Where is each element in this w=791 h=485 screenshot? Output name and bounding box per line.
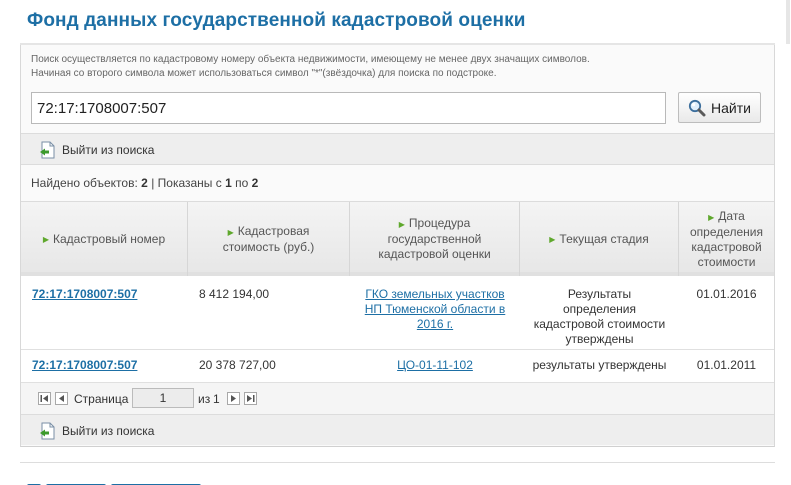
column-header-valuation-date[interactable]: ▶ Дата определения кадастровой стоимости — [679, 202, 774, 276]
page-of-label: из — [198, 392, 211, 406]
current-stage: Результаты определения кадастровой стоим… — [533, 287, 666, 346]
shown-label: Показаны с — [157, 176, 222, 190]
prev-page-icon — [59, 395, 64, 402]
shown-to: 2 — [251, 176, 259, 190]
column-header-procedure[interactable]: ▶ Процедура государственной кадастровой о… — [350, 202, 520, 276]
cut-off-heading — [27, 477, 277, 485]
exit-search-label: Выйти из поиска — [62, 143, 155, 157]
total-pages: 1 — [213, 392, 220, 406]
column-header-cadastral-value[interactable]: ▶ Кадастровая стоимость (руб.) — [188, 202, 350, 276]
first-page-button[interactable] — [38, 392, 51, 405]
page-label: Страница — [74, 392, 129, 406]
cadastral-number-link[interactable]: 72:17:1708007:507 — [32, 287, 137, 302]
page-title: Фонд данных государственной кадастровой … — [27, 10, 526, 31]
sort-arrow-icon: ▶ — [227, 227, 234, 237]
bottom-divider — [20, 462, 775, 463]
exit-bar-top: Выйти из поиска — [21, 133, 774, 165]
results-summary: Найдено объектов: 2 | Показаны с 1 по 2 — [21, 166, 774, 202]
magnifier-icon — [688, 99, 706, 116]
pagination: Страница из 1 — [21, 383, 774, 414]
cadastral-number-link[interactable]: 72:17:1708007:507 — [32, 358, 137, 373]
exit-search-link-top[interactable]: Выйти из поиска — [39, 141, 154, 159]
search-button[interactable]: Найти — [678, 92, 761, 123]
column-header-cadastral-number[interactable]: ▶ Кадастровый номер — [21, 202, 188, 276]
exit-bar-bottom: Выйти из поиска — [21, 414, 774, 445]
valuation-date: 01.01.2016 — [696, 287, 757, 301]
search-input[interactable] — [31, 92, 666, 124]
exit-document-icon — [40, 422, 55, 440]
table-row: 72:17:1708007:507 8 412 194,00 ГКО земел… — [21, 276, 774, 350]
table-row: 72:17:1708007:507 20 378 727,00 ЦО-01-11… — [21, 350, 774, 383]
prev-page-button[interactable] — [55, 392, 68, 405]
page-right-border — [786, 0, 790, 44]
cadastral-value: 8 412 194,00 — [199, 287, 270, 301]
next-page-icon — [231, 395, 236, 402]
search-hint-line-2: Начиная со второго символа может использ… — [31, 68, 497, 79]
exit-search-link-bottom[interactable]: Выйти из поиска — [39, 422, 154, 440]
first-page-icon — [40, 395, 48, 402]
exit-search-label: Выйти из поиска — [62, 424, 155, 438]
shown-to-label: по — [235, 176, 249, 190]
found-label: Найдено объектов: — [31, 176, 138, 190]
cadastral-value: 20 378 727,00 — [199, 358, 276, 372]
summary-separator: | — [151, 176, 155, 190]
sort-arrow-icon: ▶ — [398, 220, 405, 229]
sort-arrow-icon: ▶ — [42, 234, 50, 244]
search-button-label: Найти — [711, 99, 751, 116]
shown-from: 1 — [225, 176, 232, 190]
valuation-date: 01.01.2011 — [696, 358, 757, 372]
exit-document-icon — [40, 141, 55, 159]
sort-arrow-icon: ▶ — [708, 212, 715, 222]
procedure-link[interactable]: ЦО-01-11-102 — [361, 358, 509, 373]
procedure-link[interactable]: ГКО земельных участков НП Тюменской обла… — [361, 287, 509, 332]
sort-arrow-icon: ▶ — [549, 234, 556, 244]
search-hint-line-1: Поиск осуществляется по кадастровому ном… — [31, 54, 590, 65]
search-panel: Поиск осуществляется по кадастровому ном… — [20, 45, 775, 447]
column-header-current-stage[interactable]: ▶ Текущая стадия — [520, 202, 679, 276]
table-header: ▶ Кадастровый номер ▶ Кадастровая стоимост… — [21, 202, 774, 276]
last-page-icon — [247, 395, 255, 402]
last-page-button[interactable] — [244, 392, 257, 405]
found-count: 2 — [141, 176, 148, 190]
current-stage: результаты утверждены — [532, 358, 667, 372]
next-page-button[interactable] — [227, 392, 240, 405]
page-number-input[interactable] — [132, 388, 194, 408]
